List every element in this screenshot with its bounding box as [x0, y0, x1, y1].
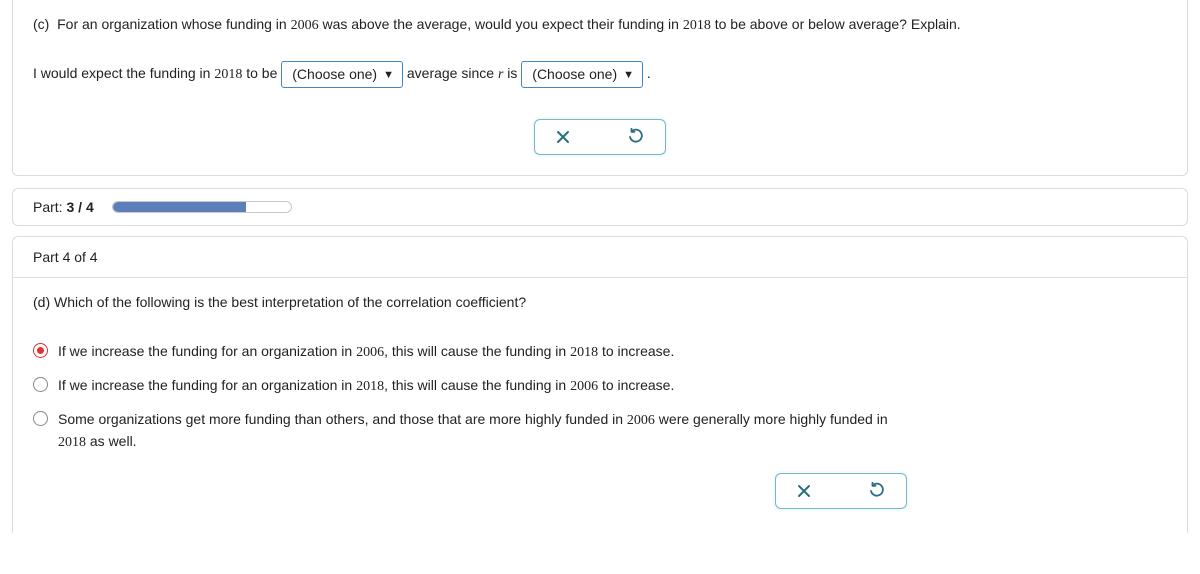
- progress-fill: [113, 202, 247, 212]
- clear-button[interactable]: [545, 127, 581, 147]
- action-group: [534, 119, 666, 155]
- part-d-panel: Part 4 of 4 (d) Which of the following i…: [12, 236, 1188, 533]
- radio-label: Some organizations get more funding than…: [58, 409, 898, 453]
- part-c-answer: I would expect the funding in 2018 to be…: [33, 58, 1167, 91]
- close-icon: [796, 483, 812, 499]
- dropdown-r-sign-label: (Choose one): [532, 66, 617, 82]
- undo-button[interactable]: [617, 126, 655, 148]
- dropdown-above-below-label: (Choose one): [292, 66, 377, 82]
- radio-button[interactable]: [33, 343, 48, 358]
- undo-icon: [868, 482, 886, 500]
- part-c-actions: [33, 113, 1167, 157]
- progress-bar: [112, 201, 292, 213]
- radio-button[interactable]: [33, 377, 48, 392]
- dropdown-above-below[interactable]: (Choose one) ▼: [281, 61, 403, 89]
- part-c-question: (c) For an organization whose funding in…: [33, 12, 1167, 38]
- radio-option[interactable]: If we increase the funding for an organi…: [33, 369, 1167, 403]
- progress-row: Part: 3 / 4: [12, 188, 1188, 226]
- part-c-prefix: (c): [33, 16, 49, 32]
- radio-button[interactable]: [33, 411, 48, 426]
- chevron-down-icon: ▼: [623, 68, 634, 83]
- undo-button[interactable]: [858, 480, 896, 502]
- part-d-actions: [33, 459, 1167, 515]
- radio-option[interactable]: If we increase the funding for an organi…: [33, 335, 1167, 369]
- radio-list: If we increase the funding for an organi…: [33, 335, 1167, 459]
- radio-label: If we increase the funding for an organi…: [58, 375, 898, 397]
- close-icon: [555, 129, 571, 145]
- part-d-prefix: (d): [33, 294, 50, 310]
- undo-icon: [627, 128, 645, 146]
- progress-label: Part: 3 / 4: [33, 199, 94, 215]
- radio-option[interactable]: Some organizations get more funding than…: [33, 403, 1167, 459]
- action-group: [775, 473, 907, 509]
- radio-label: If we increase the funding for an organi…: [58, 341, 898, 363]
- clear-button[interactable]: [786, 481, 822, 501]
- chevron-down-icon: ▼: [383, 68, 394, 83]
- part-d-header: Part 4 of 4: [13, 237, 1187, 278]
- part-c-panel: (c) For an organization whose funding in…: [12, 0, 1188, 176]
- part-d-question: (d) Which of the following is the best i…: [33, 290, 1167, 315]
- dropdown-r-sign[interactable]: (Choose one) ▼: [521, 61, 643, 89]
